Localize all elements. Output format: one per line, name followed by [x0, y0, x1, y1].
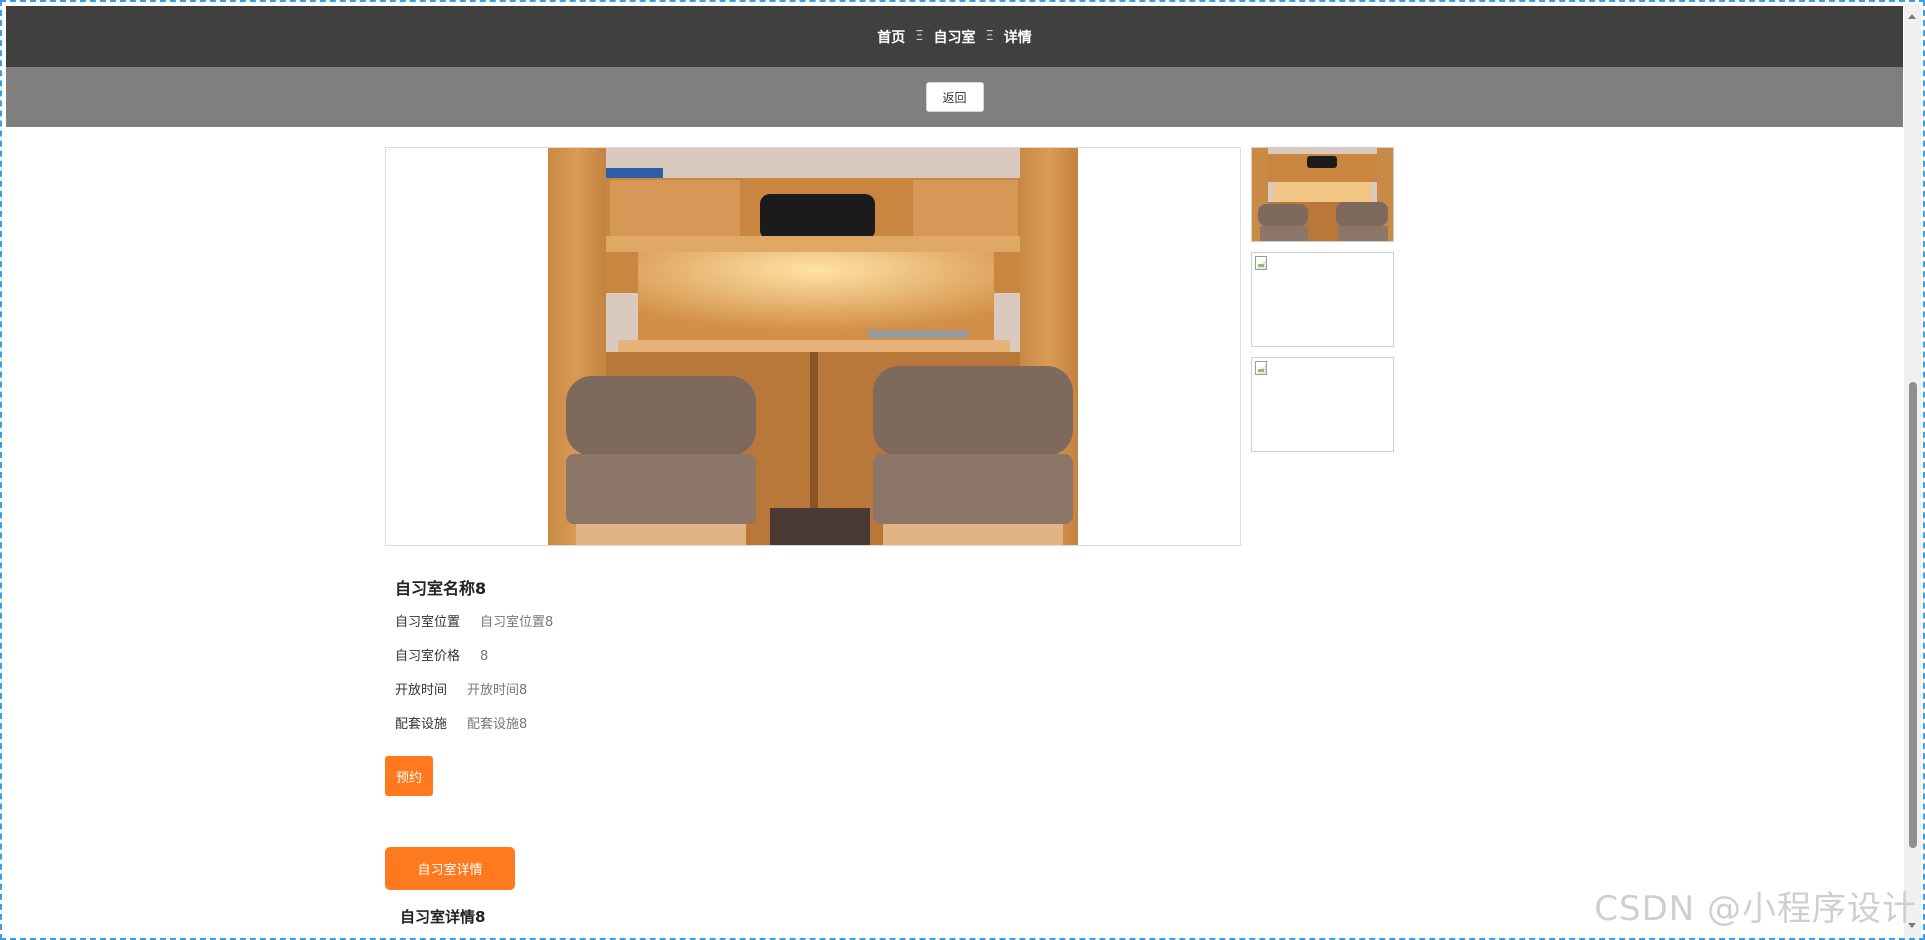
breadcrumb-section[interactable]: 自习室: [934, 27, 976, 47]
watermark: CSDN @小程序设计: [1594, 889, 1917, 929]
study-room-photo: [548, 148, 1078, 545]
toolbar: 返回: [6, 67, 1903, 127]
room-details-content: 自习室详情8: [400, 908, 486, 926]
thumbnail-photo: [1252, 148, 1393, 241]
scroll-thumb[interactable]: [1909, 382, 1917, 848]
info-value: 8: [480, 649, 489, 664]
breadcrumb-separator-icon: Ξ: [915, 29, 924, 44]
info-label: 开放时间: [395, 683, 448, 698]
broken-image-icon: [1255, 361, 1267, 375]
info-value: 配套设施8: [467, 717, 528, 732]
browser-page: 首页 Ξ 自习室 Ξ 详情 返回 自习室名称8 自习室位置 自习室位置8 自习室…: [0, 0, 1925, 940]
info-row-facilities: 配套设施 配套设施8: [395, 715, 1095, 749]
room-info: 自习室名称8 自习室位置 自习室位置8 自习室价格 8 开放时间 开放时间8 配…: [395, 575, 1095, 749]
breadcrumb-separator-icon: Ξ: [985, 29, 994, 44]
info-row-location: 自习室位置 自习室位置8: [395, 613, 1095, 647]
vertical-scrollbar[interactable]: [1904, 4, 1921, 938]
tab-room-details[interactable]: 自习室详情: [385, 847, 515, 890]
header-bar: 首页 Ξ 自习室 Ξ 详情: [6, 6, 1903, 67]
info-label: 配套设施: [395, 717, 448, 732]
reserve-button[interactable]: 预约: [385, 756, 433, 796]
info-label: 自习室位置: [395, 615, 461, 630]
thumbnail-2[interactable]: [1251, 252, 1394, 347]
thumbnail-3[interactable]: [1251, 357, 1394, 452]
scroll-up-icon[interactable]: [1908, 14, 1916, 19]
back-button[interactable]: 返回: [925, 82, 984, 112]
info-value: 自习室位置8: [480, 615, 554, 630]
broken-image-icon: [1255, 256, 1267, 270]
room-title: 自习室名称8: [395, 579, 487, 598]
main-image-viewer: [385, 147, 1241, 546]
breadcrumb-current: 详情: [1003, 29, 1032, 46]
breadcrumb-home[interactable]: 首页: [877, 27, 905, 47]
info-value: 开放时间8: [467, 683, 528, 698]
info-row-price: 自习室价格 8: [395, 647, 1095, 681]
info-label: 自习室价格: [395, 649, 461, 664]
thumbnail-1[interactable]: [1251, 147, 1394, 242]
info-row-open-time: 开放时间 开放时间8: [395, 681, 1095, 715]
